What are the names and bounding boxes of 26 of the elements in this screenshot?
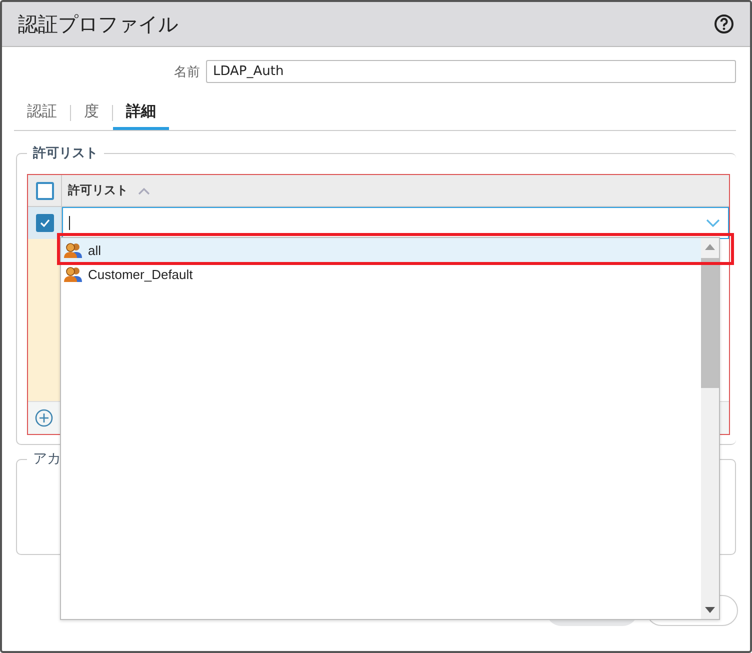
- text-cursor: [69, 216, 70, 230]
- checkbox[interactable]: [36, 182, 54, 200]
- dropdown-item[interactable]: Customer_Default: [61, 262, 701, 286]
- user-group-icon: [64, 265, 82, 283]
- tab[interactable]: 詳細: [113, 95, 169, 130]
- section-legend: 許可リスト: [27, 144, 104, 162]
- name-label: 名前: [174, 64, 200, 80]
- column-header[interactable]: 許可リスト: [62, 175, 150, 206]
- name-field[interactable]: LDAP_Auth: [206, 60, 736, 83]
- tab[interactable]: 度: [71, 95, 112, 130]
- scrollbar[interactable]: [701, 238, 719, 619]
- user-group-icon: [64, 241, 82, 259]
- window-title: 認証プロファイル: [18, 10, 178, 38]
- add-icon[interactable]: [35, 409, 53, 427]
- item-label: all: [88, 242, 102, 258]
- check-icon: [38, 217, 50, 229]
- tab[interactable]: 認証: [14, 95, 70, 130]
- column-title: 許可リスト: [68, 182, 128, 199]
- help-icon[interactable]: [714, 14, 734, 34]
- sort-up-icon[interactable]: [138, 186, 150, 194]
- scroll-up-icon[interactable]: [705, 244, 715, 250]
- item-label: Customer_Default: [88, 266, 193, 282]
- scroll-down-icon[interactable]: [705, 607, 715, 613]
- checkbox[interactable]: [36, 214, 54, 232]
- dropdown-item[interactable]: all: [61, 238, 701, 262]
- chevron-down-icon[interactable]: [706, 218, 720, 228]
